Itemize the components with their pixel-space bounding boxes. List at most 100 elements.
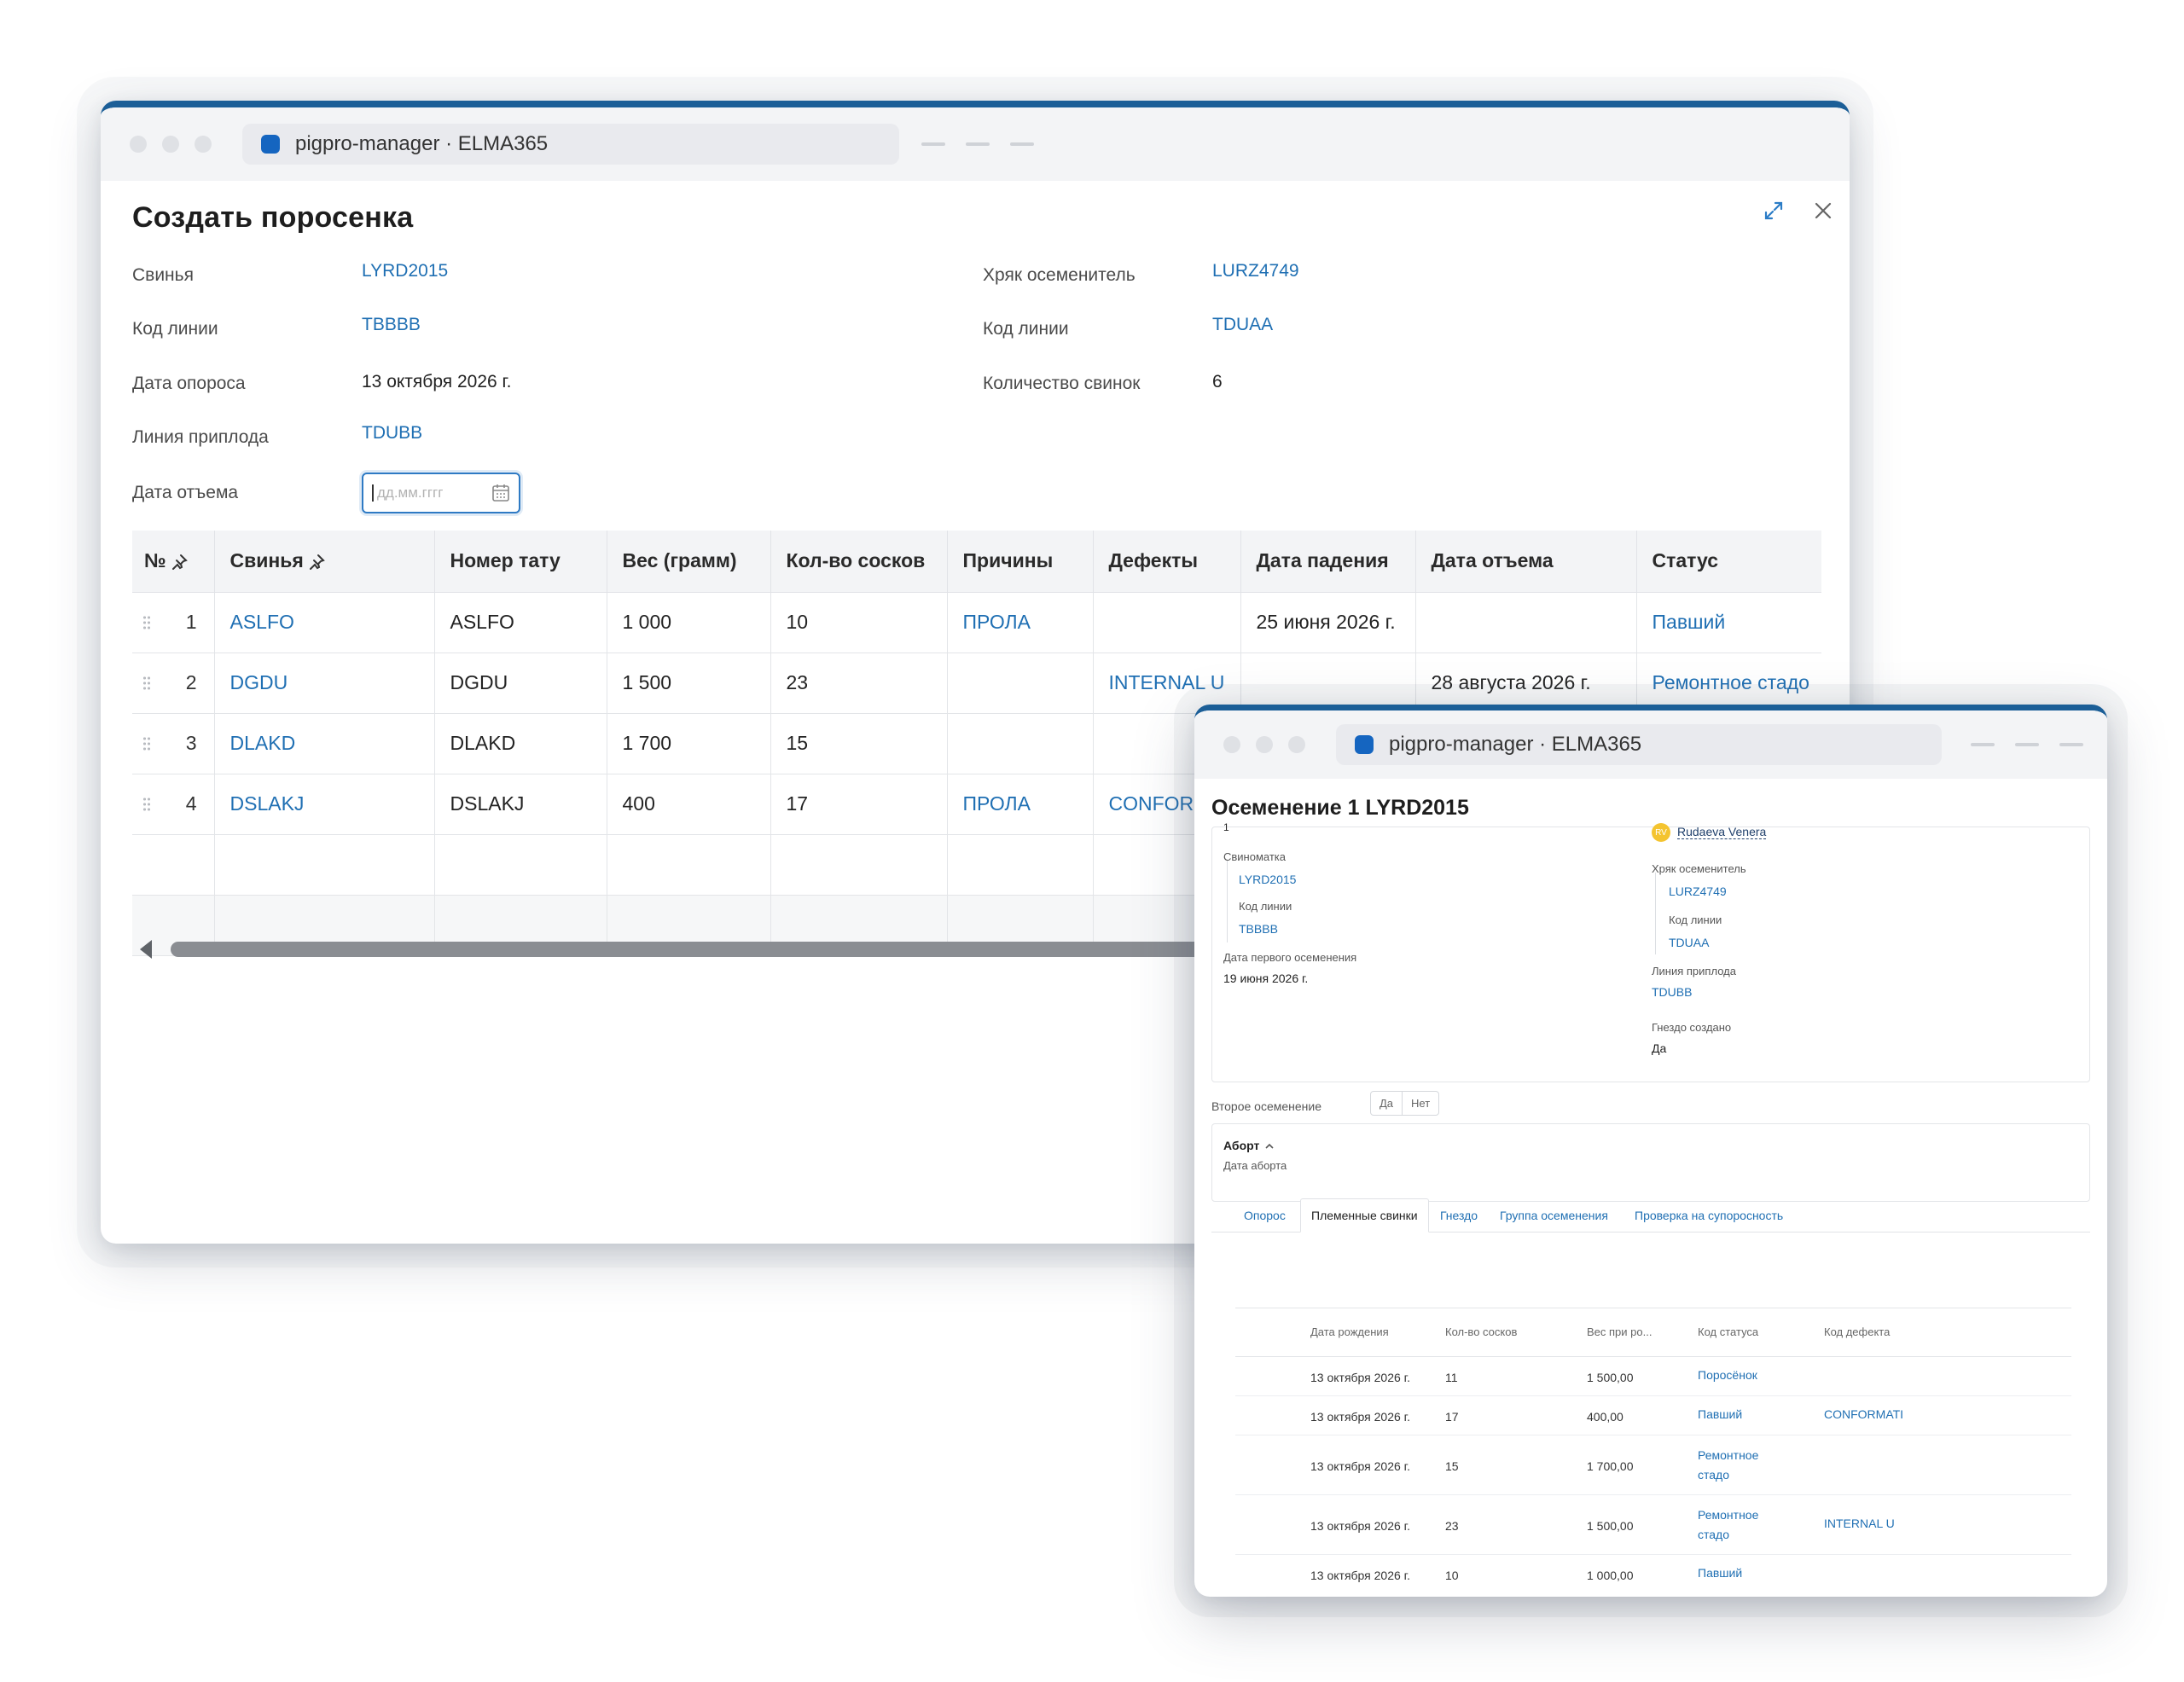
address-bar[interactable]: pigpro-manager · ELMA365 — [242, 124, 899, 165]
boar-line-label: Код линии — [1669, 914, 1722, 926]
scroll-left-arrow-icon[interactable] — [140, 940, 152, 959]
page-title: Осеменение 1 LYRD2015 — [1211, 796, 1469, 820]
sub-col-birth-weight[interactable]: Вес при ро... — [1587, 1325, 1652, 1338]
app-favicon-icon — [261, 135, 280, 154]
minimize-dot[interactable] — [162, 136, 179, 153]
close-icon[interactable] — [1812, 200, 1834, 222]
tab-farrowing[interactable]: Опорос — [1234, 1198, 1296, 1232]
maximize-dot[interactable] — [195, 136, 212, 153]
pin-icon[interactable] — [307, 553, 326, 571]
tab-title: pigpro-manager · ELMA365 — [1389, 733, 1642, 756]
nest-created-label: Гнездо создано — [1652, 1021, 1732, 1034]
cell-reasons[interactable] — [947, 713, 1094, 774]
col-header-status[interactable]: Статус — [1636, 531, 1821, 593]
cell-reasons[interactable]: ПРОЛА — [947, 592, 1094, 653]
offspring-line-value[interactable]: TDUBB — [1652, 985, 1692, 999]
col-header-wean-date[interactable]: Дата отъема — [1415, 531, 1637, 593]
toggle-yes[interactable]: Да — [1371, 1092, 1402, 1115]
close-dot[interactable] — [130, 136, 147, 153]
col-header-death-date[interactable]: Дата падения — [1240, 531, 1416, 593]
horizontal-scrollbar[interactable] — [171, 942, 1280, 957]
cell-reasons[interactable]: ПРОЛА — [947, 774, 1094, 835]
sub-col-defect-code[interactable]: Код дефекта — [1824, 1325, 1890, 1338]
pin-icon[interactable] — [170, 553, 189, 571]
second-insemination-toggle[interactable]: Да Нет — [1370, 1091, 1440, 1116]
field-label-boar-line-code: Код линии — [983, 319, 1069, 339]
drag-handle-icon[interactable] — [142, 796, 151, 812]
close-dot[interactable] — [1223, 736, 1240, 753]
chevron-up-icon[interactable] — [1264, 1142, 1275, 1151]
avatar: RV — [1652, 823, 1670, 842]
tab-pregnancy-check[interactable]: Проверка на супоросность — [1624, 1198, 1793, 1232]
cell-wean-date — [1415, 592, 1637, 653]
table-row[interactable]: 1 ASLFO ASLFO 1 000 10 ПРОЛА 25 июня 202… — [132, 592, 1821, 653]
group-line — [1227, 861, 1228, 942]
weaning-date-input[interactable]: дд.мм.гггг — [362, 473, 520, 513]
sub-col-birth-date[interactable]: Дата рождения — [1310, 1325, 1389, 1338]
sub-col-teats[interactable]: Кол-во сосков — [1445, 1325, 1517, 1338]
boar-line-value[interactable]: TDUAA — [1669, 936, 1709, 949]
expand-icon[interactable] — [1761, 198, 1786, 223]
list-item[interactable]: 13 октября 2026 г. 10 1 000,00 Павший — [1235, 1555, 2071, 1594]
list-item[interactable]: 13 октября 2026 г. 15 1 700,00 Ремонтное… — [1235, 1436, 2071, 1495]
col-header-pig[interactable]: Свинья — [214, 531, 435, 593]
col-header-teats[interactable]: Кол-во сосков — [770, 531, 948, 593]
drag-handle-icon[interactable] — [142, 614, 151, 630]
cell-pig[interactable]: DGDU — [214, 652, 435, 714]
field-label-pig: Свинья — [132, 265, 194, 285]
cell-defects[interactable] — [1093, 592, 1241, 653]
cell-reasons[interactable] — [947, 652, 1094, 714]
sow-value[interactable]: LYRD2015 — [1239, 873, 1296, 886]
tab-nest[interactable]: Гнездо — [1430, 1198, 1488, 1232]
tab-breeding-gilts[interactable]: Племенные свинки — [1300, 1198, 1429, 1232]
minimize-dot[interactable] — [1256, 736, 1273, 753]
field-label-line-code: Код линии — [132, 319, 218, 339]
toggle-no[interactable]: Нет — [1402, 1092, 1438, 1115]
maximize-dot[interactable] — [1288, 736, 1305, 753]
cell-teats: 15 — [770, 713, 948, 774]
abortion-title[interactable]: Аборт — [1223, 1139, 1259, 1152]
cell-tattoo: DGDU — [434, 652, 607, 714]
field-value-boar-line-code[interactable]: TDUAA — [1212, 315, 1273, 335]
boar-value[interactable]: LURZ4749 — [1669, 884, 1727, 898]
field-label-offspring-line: Линия приплода — [132, 427, 269, 447]
first-insemination-label: Дата первого осеменения — [1223, 951, 1357, 964]
cell-pig[interactable]: DLAKD — [214, 713, 435, 774]
cell-pig[interactable]: DSLAKJ — [214, 774, 435, 835]
date-placeholder: дд.мм.гггг — [372, 484, 443, 502]
col-header-weight[interactable]: Вес (грамм) — [607, 531, 771, 593]
list-item[interactable]: 13 октября 2026 г. 11 1 500,00 Поросёнок — [1235, 1357, 2071, 1396]
drag-handle-icon[interactable] — [142, 735, 151, 751]
field-value-pig[interactable]: LYRD2015 — [362, 261, 448, 281]
sow-line-label: Код линии — [1239, 900, 1292, 913]
cell-teats: 23 — [770, 652, 948, 714]
tab-title: pigpro-manager · ELMA365 — [295, 132, 549, 155]
address-bar[interactable]: pigpro-manager · ELMA365 — [1336, 724, 1942, 765]
tab-insemination-group[interactable]: Группа осеменения — [1490, 1198, 1618, 1232]
window-titlebar: pigpro-manager · ELMA365 — [101, 107, 1850, 181]
window-menu — [1971, 743, 2083, 746]
user-link[interactable]: Rudaeva Venera — [1677, 825, 1767, 839]
sow-line-value[interactable]: TBBBB — [1239, 922, 1278, 936]
cell-tattoo: ASLFO — [434, 592, 607, 653]
second-insemination-label: Второе осеменение — [1211, 1099, 1322, 1113]
list-item[interactable]: 13 октября 2026 г. 23 1 500,00 Ремонтное… — [1235, 1495, 2071, 1555]
drag-handle-icon[interactable] — [142, 675, 151, 691]
cell-weight: 400 — [607, 774, 771, 835]
cell-weight: 1 000 — [607, 592, 771, 653]
cell-pig[interactable]: ASLFO — [214, 592, 435, 653]
cell-status[interactable]: Павший — [1636, 592, 1821, 653]
col-header-tattoo[interactable]: Номер тату — [434, 531, 607, 593]
cell-weight: 1 700 — [607, 713, 771, 774]
field-value-boar[interactable]: LURZ4749 — [1212, 261, 1299, 281]
col-header-reasons[interactable]: Причины — [947, 531, 1094, 593]
list-item[interactable]: 13 октября 2026 г. 17 400,00 Павший CONF… — [1235, 1396, 2071, 1436]
table-header-row: № Свинья Номер тату Вес (грамм) Кол-во с… — [132, 531, 1821, 593]
col-header-number[interactable]: № — [132, 531, 215, 593]
field-value-line-code[interactable]: TBBBB — [362, 315, 421, 335]
col-header-defects[interactable]: Дефекты — [1093, 531, 1241, 593]
field-value-offspring-line[interactable]: TDUBB — [362, 423, 422, 444]
insemination-window: pigpro-manager · ELMA365 Осеменение 1 LY… — [1194, 705, 2107, 1597]
calendar-icon[interactable] — [491, 483, 510, 503]
sub-col-status-code[interactable]: Код статуса — [1698, 1325, 1758, 1338]
